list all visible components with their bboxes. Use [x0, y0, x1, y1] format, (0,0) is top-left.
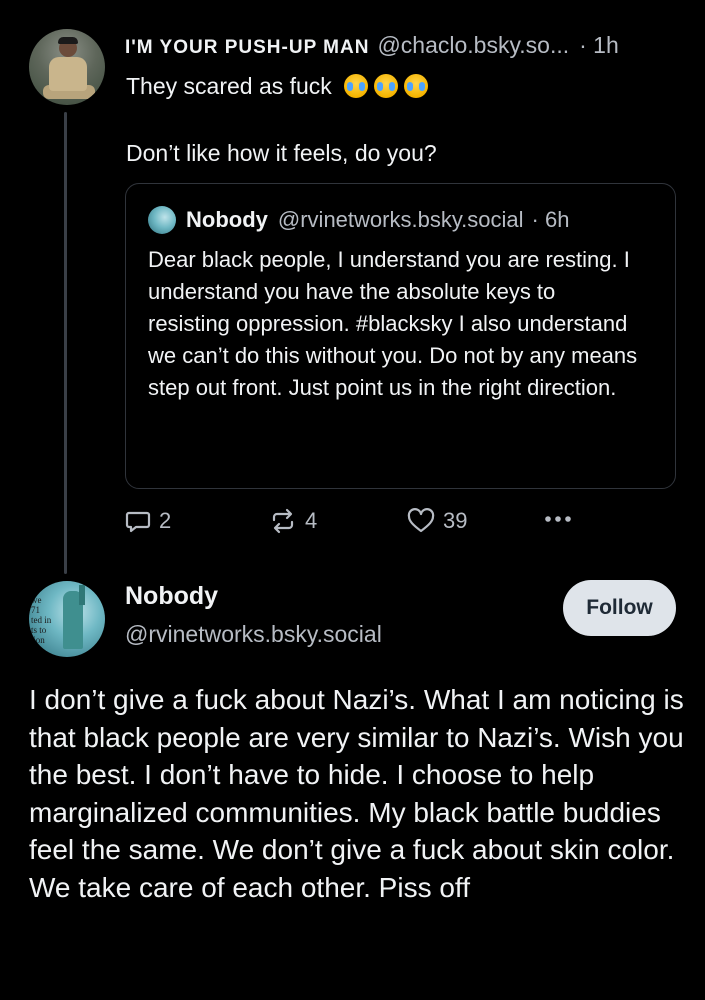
- repost-button[interactable]: 4: [269, 508, 317, 534]
- repost-count: 4: [305, 508, 318, 533]
- more-options-button[interactable]: [543, 514, 581, 524]
- reply-avatar[interactable]: we 71 ted in ts to .ion: [29, 581, 105, 657]
- loudly-crying-face-icon: [373, 74, 398, 98]
- post-actions: 2 4 39: [125, 508, 595, 542]
- post-text-line1: They scared as fuck: [126, 70, 428, 102]
- avatar[interactable]: [29, 29, 105, 105]
- repost-icon: [272, 508, 294, 534]
- post-text-line2: Don’t like how it feels, do you?: [126, 140, 437, 166]
- torch-shape: [79, 585, 85, 605]
- like-button[interactable]: 39: [407, 508, 467, 534]
- reply-icon: [125, 511, 151, 533]
- quote-avatar: [148, 206, 176, 234]
- reply-author-handle[interactable]: @rvinetworks.bsky.social: [125, 621, 382, 648]
- reply-button[interactable]: 2: [125, 508, 171, 534]
- post-timestamp[interactable]: · 1h: [579, 32, 619, 59]
- avatar-figure-cap: [58, 37, 78, 44]
- post-text: They scared as fuck: [126, 73, 332, 99]
- reply-count: 2: [159, 508, 172, 533]
- thread-line: [64, 112, 67, 574]
- author-display-name[interactable]: I'M YOUR PUSH-UP MAN: [125, 37, 369, 59]
- loudly-crying-face-icon: [403, 74, 428, 98]
- heart-icon: [407, 508, 435, 533]
- quote-post-card[interactable]: Nobody @rvinetworks.bsky.social · 6h Dea…: [125, 183, 676, 489]
- quote-header: Nobody @rvinetworks.bsky.social · 6h: [148, 206, 569, 234]
- quote-timestamp: · 6h: [531, 207, 570, 232]
- like-count: 39: [443, 508, 468, 533]
- quote-author-display-name: Nobody: [186, 207, 268, 232]
- loudly-crying-face-icon: [343, 74, 368, 98]
- quote-author-handle: @rvinetworks.bsky.social: [277, 207, 524, 232]
- avatar-figure-body: [49, 57, 87, 91]
- reply-post-text: I don’t give a fuck about Nazi’s. What I…: [29, 684, 684, 903]
- follow-button[interactable]: Follow: [563, 580, 676, 636]
- quote-text: Dear black people, I understand you are …: [148, 247, 638, 400]
- author-handle[interactable]: @chaclo.bsky.so...: [377, 32, 569, 59]
- more-options-icon: [545, 516, 571, 522]
- reply-author-display-name[interactable]: Nobody: [125, 582, 218, 611]
- avatar-text: we 71 ted in ts to .ion: [31, 595, 52, 645]
- post-header: I'M YOUR PUSH-UP MAN @chaclo.bsky.so... …: [125, 32, 685, 64]
